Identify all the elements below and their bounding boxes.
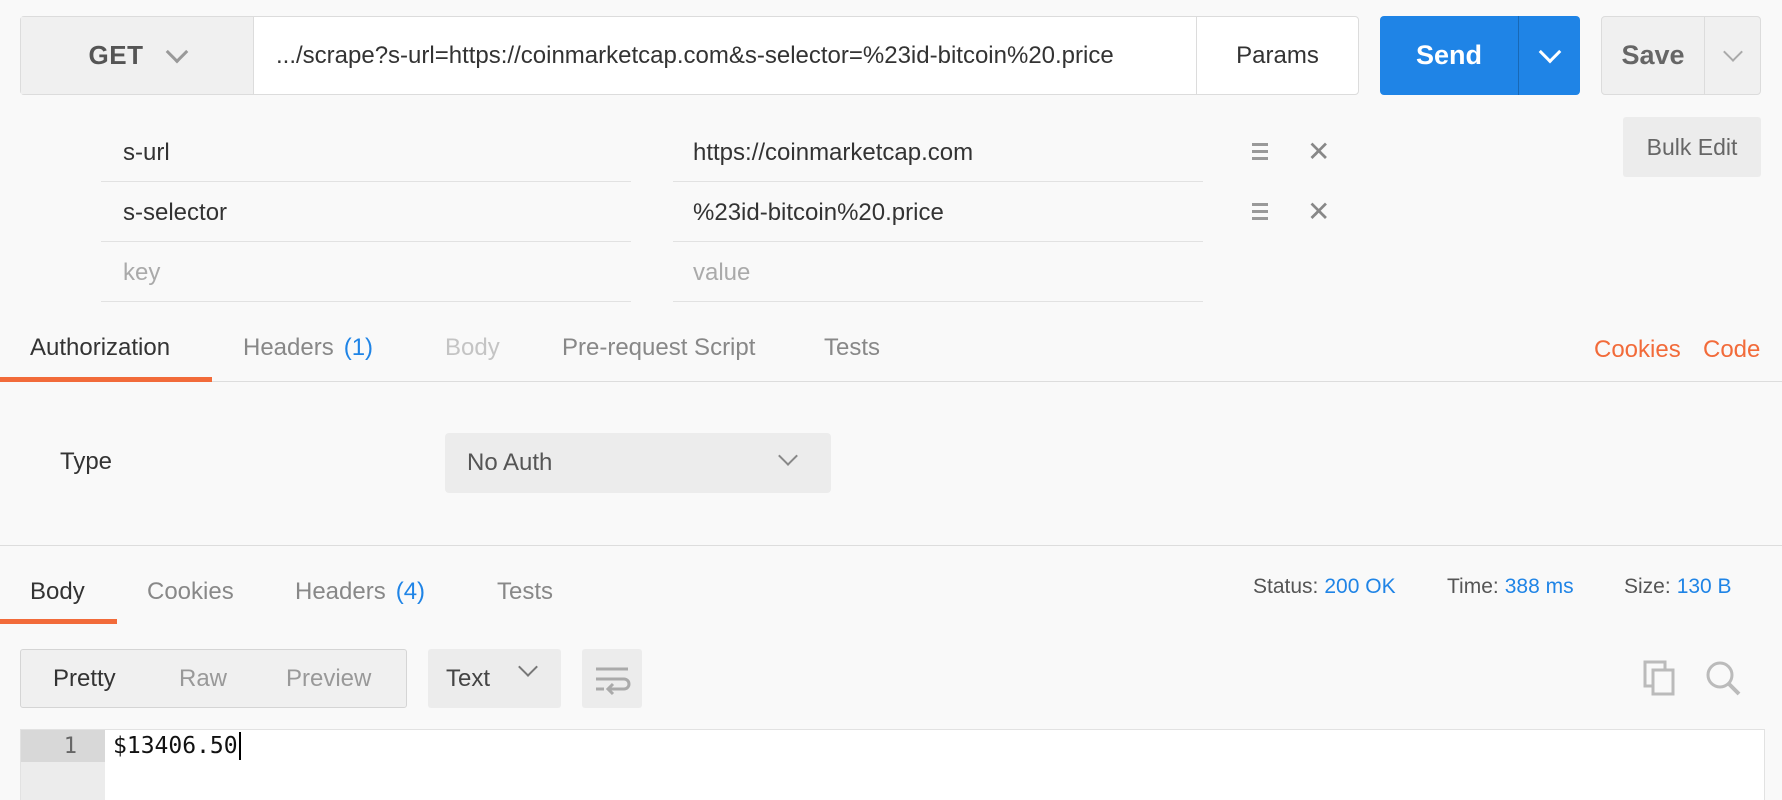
save-dropdown-button[interactable] (1704, 17, 1760, 94)
chevron-down-icon (166, 40, 189, 63)
status-meta: Status: 200 OK (1253, 575, 1396, 599)
time-label: Time: (1447, 575, 1499, 598)
code-link[interactable]: Code (1703, 336, 1760, 364)
format-select[interactable]: Text (428, 649, 561, 708)
line-number: 1 (21, 730, 105, 762)
status-label: Status: (1253, 575, 1319, 598)
tab-response-body[interactable]: Body (30, 568, 85, 626)
chevron-down-icon (1722, 41, 1743, 62)
response-divider (0, 545, 1782, 546)
close-icon[interactable]: ✕ (1307, 136, 1330, 168)
format-value: Text (446, 664, 491, 692)
auth-type-value: No Auth (467, 449, 553, 476)
chevron-down-icon (778, 446, 798, 466)
text-caret (238, 732, 241, 760)
param-value-input[interactable]: https://coinmarketcap.com (673, 124, 1203, 182)
method-select[interactable]: GET (21, 17, 254, 94)
params-button[interactable]: Params (1196, 17, 1358, 94)
tab-label: Headers (243, 334, 334, 361)
tab-label: Tests (824, 334, 881, 361)
response-body-text: $13406.50 (113, 733, 238, 759)
active-tab-indicator (0, 377, 212, 382)
tab-tests[interactable]: Tests (824, 324, 880, 382)
response-body-editor[interactable]: 1 $13406.50 (20, 729, 1765, 800)
headers-count-badge: (1) (343, 334, 374, 361)
view-raw-button[interactable]: Raw (179, 650, 227, 707)
param-value-placeholder[interactable]: value (673, 244, 1203, 302)
send-button[interactable]: Send (1380, 16, 1518, 95)
view-mode-segmented: Pretty Raw Preview (20, 649, 407, 708)
bulk-edit-button[interactable]: Bulk Edit (1623, 117, 1761, 177)
param-value-input[interactable]: %23id-bitcoin%20.price (673, 184, 1203, 242)
auth-type-label: Type (60, 448, 113, 475)
param-key-input[interactable]: s-url (101, 124, 631, 182)
auth-type-select[interactable]: No Auth (445, 433, 831, 493)
time-value: 388 ms (1504, 575, 1574, 598)
size-label: Size: (1624, 575, 1671, 598)
url-input[interactable]: .../scrape?s-url=https://coinmarketcap.c… (254, 17, 1196, 94)
close-icon[interactable]: ✕ (1307, 196, 1330, 228)
param-row-new: key value (101, 244, 1351, 304)
request-tabs: Authorization Headers (1) Body Pre-reque… (0, 324, 1782, 382)
tab-label: Tests (497, 578, 554, 605)
tab-authorization[interactable]: Authorization (30, 324, 170, 382)
tab-headers[interactable]: Headers (1) (243, 324, 373, 382)
time-meta: Time: 388 ms (1447, 575, 1574, 599)
param-row: s-selector %23id-bitcoin%20.price ✕ (101, 184, 1351, 244)
size-value: 130 B (1676, 575, 1732, 598)
tab-label: Cookies (147, 578, 234, 605)
send-dropdown-button[interactable] (1518, 16, 1580, 95)
tab-label: Authorization (30, 334, 171, 361)
wrap-lines-icon (596, 667, 631, 696)
tab-response-cookies[interactable]: Cookies (147, 568, 234, 626)
status-value: 200 OK (1324, 575, 1396, 598)
tab-prerequest-script[interactable]: Pre-request Script (562, 324, 755, 382)
view-pretty-button[interactable]: Pretty (53, 650, 116, 707)
save-button[interactable]: Save (1602, 17, 1704, 94)
headers-count-badge: (4) (395, 578, 426, 605)
copy-icon[interactable] (1641, 658, 1681, 698)
chevron-down-icon (518, 657, 538, 677)
param-row: s-url https://coinmarketcap.com ✕ (101, 124, 1351, 184)
wrap-lines-button[interactable] (582, 649, 642, 708)
request-url-bar: GET .../scrape?s-url=https://coinmarketc… (20, 16, 1359, 95)
tab-response-headers[interactable]: Headers (4) (295, 568, 425, 626)
send-button-group: Send (1380, 16, 1580, 95)
tab-response-tests[interactable]: Tests (497, 568, 553, 626)
active-tab-indicator (0, 619, 117, 624)
save-button-group: Save (1601, 16, 1761, 95)
tab-label: Body (30, 578, 85, 605)
tab-label: Body (445, 334, 500, 361)
size-meta: Size: 130 B (1624, 575, 1732, 599)
method-label: GET (88, 40, 144, 70)
cookies-link[interactable]: Cookies (1594, 336, 1681, 364)
search-icon[interactable] (1703, 658, 1743, 698)
chevron-down-icon (1538, 40, 1561, 63)
drag-handle-icon[interactable] (1252, 203, 1268, 221)
tab-label: Pre-request Script (562, 334, 756, 361)
tab-label: Headers (295, 578, 386, 605)
view-preview-button[interactable]: Preview (286, 650, 371, 707)
drag-handle-icon[interactable] (1252, 143, 1268, 161)
tab-body[interactable]: Body (445, 324, 500, 382)
param-key-input[interactable]: s-selector (101, 184, 631, 242)
response-body-line: $13406.50 (113, 730, 241, 762)
param-key-placeholder[interactable]: key (101, 244, 631, 302)
